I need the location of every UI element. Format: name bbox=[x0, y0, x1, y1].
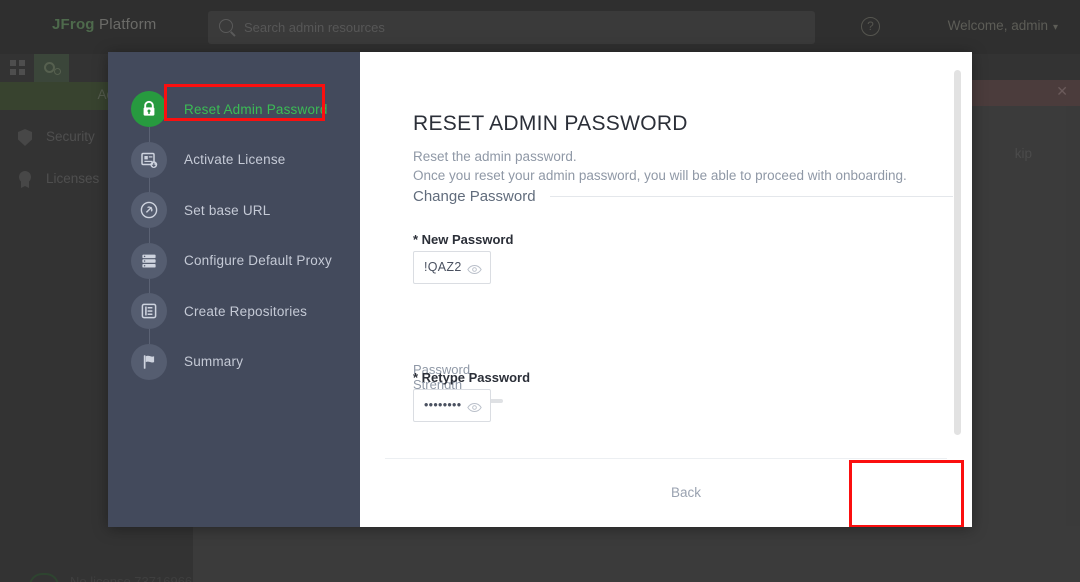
brand-name: JFrog bbox=[52, 16, 95, 33]
change-password-section-header: Change Password bbox=[413, 188, 953, 205]
sidebar-item-label: Licenses bbox=[46, 171, 100, 186]
onboarding-wizard-modal: Reset Admin Password Activate License Se… bbox=[108, 52, 972, 527]
link-icon bbox=[139, 200, 159, 220]
wizard-step-create-repositories[interactable]: Create Repositories bbox=[108, 286, 360, 344]
wizard-step-label: Activate License bbox=[184, 152, 286, 168]
step-icon-circle bbox=[131, 293, 167, 329]
step-icon-circle bbox=[131, 91, 167, 127]
top-navigation-bar: JFrog Platform Search admin resources ? … bbox=[0, 0, 1080, 54]
wizard-step-label: Set base URL bbox=[184, 202, 271, 218]
background-panel-edge bbox=[1066, 106, 1080, 526]
new-password-value: !QAZ2 bbox=[424, 260, 462, 274]
wizard-step-set-base-url[interactable]: Set base URL bbox=[108, 185, 360, 243]
step-icon-circle bbox=[131, 192, 167, 228]
screen-root: JFrog Platform Search admin resources ? … bbox=[0, 0, 1080, 582]
apps-grid-icon[interactable] bbox=[10, 60, 26, 76]
section-heading: Change Password bbox=[413, 188, 536, 205]
password-strength-segment bbox=[489, 399, 503, 403]
wizard-step-label: Summary bbox=[184, 354, 244, 370]
retype-password-label: * Retype Password bbox=[413, 370, 531, 385]
jfrog-platform-logo[interactable]: JFrog Platform bbox=[52, 16, 157, 33]
page-title: RESET ADMIN PASSWORD bbox=[413, 112, 688, 135]
chevron-down-icon: ▾ bbox=[1052, 22, 1058, 33]
gear-small-icon bbox=[54, 68, 61, 75]
retype-password-value: •••••••• bbox=[424, 398, 462, 412]
wizard-step-activate-license[interactable]: Activate License bbox=[108, 135, 360, 193]
brand-suffix: Platform bbox=[94, 16, 157, 33]
wizard-step-label: Configure Default Proxy bbox=[184, 253, 332, 269]
step-icon-circle bbox=[131, 141, 167, 178]
close-icon[interactable]: ✕ bbox=[1056, 83, 1068, 100]
eye-icon[interactable] bbox=[467, 262, 482, 274]
shield-icon bbox=[18, 129, 32, 146]
repository-tree-icon bbox=[139, 301, 159, 321]
search-input[interactable]: Search admin resources bbox=[208, 11, 815, 44]
server-icon bbox=[139, 251, 159, 271]
new-password-field[interactable]: !QAZ2 bbox=[413, 251, 491, 284]
wizard-step-configure-default-proxy[interactable]: Configure Default Proxy bbox=[108, 236, 360, 294]
wizard-step-label: Create Repositories bbox=[184, 303, 308, 319]
subtitle-line-2: Once you reset your admin password, you … bbox=[413, 168, 907, 183]
flag-icon bbox=[139, 352, 159, 372]
lock-icon bbox=[139, 99, 159, 119]
wizard-content-panel: RESET ADMIN PASSWORD Reset the admin pas… bbox=[360, 52, 972, 527]
subtitle-line-1: Reset the admin password. bbox=[413, 149, 577, 164]
user-menu-label: Welcome, admin bbox=[947, 18, 1048, 33]
step-icon-circle bbox=[131, 242, 167, 279]
search-icon bbox=[219, 19, 233, 33]
eye-icon[interactable] bbox=[467, 400, 482, 412]
wizard-step-list: Reset Admin Password Activate License Se… bbox=[108, 52, 360, 527]
step-icon-circle bbox=[131, 343, 167, 380]
new-password-label: * New Password bbox=[413, 232, 514, 247]
wizard-step-reset-admin-password[interactable]: Reset Admin Password bbox=[108, 84, 360, 142]
license-footer-text: No license 73716966 No license installed… bbox=[70, 574, 193, 582]
tab-administration[interactable] bbox=[34, 54, 69, 82]
license-card-icon bbox=[139, 150, 159, 170]
wizard-step-summary[interactable]: Summary bbox=[108, 337, 360, 388]
retype-password-field[interactable]: •••••••• bbox=[413, 389, 491, 422]
sidebar-item-label: Security bbox=[46, 129, 95, 144]
help-icon[interactable]: ? bbox=[861, 17, 880, 36]
page-subtitle: Reset the admin password. Once you reset… bbox=[413, 147, 933, 185]
footer-divider bbox=[385, 458, 947, 459]
user-menu[interactable]: Welcome, admin ▾ bbox=[948, 18, 1058, 33]
vertical-scrollbar[interactable] bbox=[954, 70, 961, 435]
background-skip-label: kip bbox=[1014, 146, 1032, 161]
wizard-step-label: Reset Admin Password bbox=[184, 101, 328, 117]
back-button[interactable]: Back bbox=[671, 485, 701, 500]
search-placeholder: Search admin resources bbox=[244, 20, 385, 35]
section-divider bbox=[549, 196, 953, 197]
license-icon bbox=[19, 171, 31, 183]
